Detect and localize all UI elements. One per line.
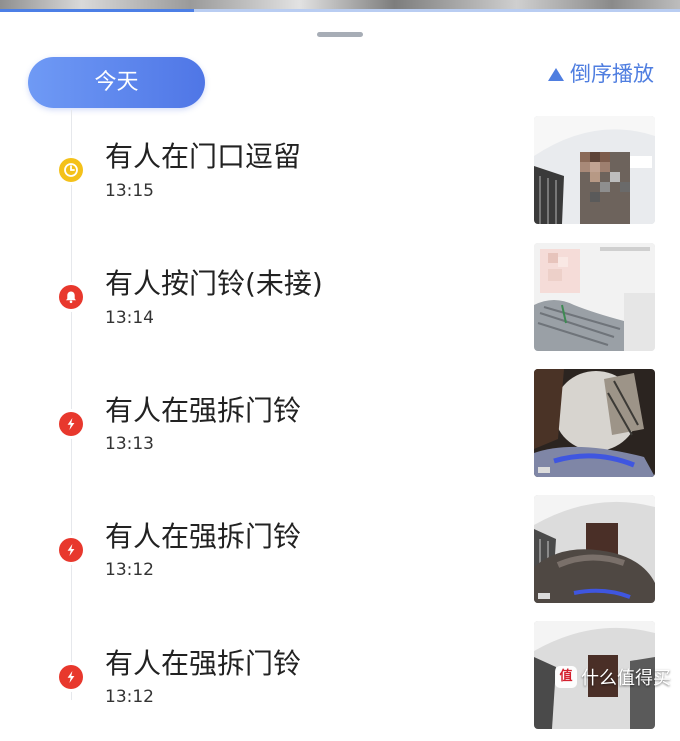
playback-progress-bar[interactable]: [0, 9, 680, 12]
event-thumbnail[interactable]: [534, 116, 655, 224]
event-time: 13:12: [105, 687, 154, 707]
event-thumbnail[interactable]: [534, 495, 655, 603]
event-thumbnail[interactable]: [534, 369, 655, 477]
clock-icon: [59, 158, 83, 182]
bell-icon: [59, 285, 83, 309]
watermark-text: 什么值得买: [581, 668, 671, 689]
lightning-icon: [59, 412, 83, 436]
event-time: 13:14: [105, 308, 154, 328]
event-thumbnail[interactable]: [534, 243, 655, 351]
event-row[interactable]: 有人按门铃(未接) 13:14: [0, 236, 680, 362]
event-time: 13:13: [105, 434, 154, 454]
event-row[interactable]: 有人在强拆门铃 13:12: [0, 489, 680, 615]
event-time: 13:15: [105, 181, 154, 201]
event-title: 有人在强拆门铃: [105, 394, 302, 427]
lightning-icon: [59, 538, 83, 562]
playback-progress-fill: [0, 9, 194, 12]
lightning-icon: [59, 665, 83, 689]
event-title: 有人在强拆门铃: [105, 647, 302, 680]
site-watermark: 值 什么值得买: [555, 664, 671, 690]
event-row[interactable]: 有人在门口逗留 13:15: [0, 110, 680, 236]
date-filter-button[interactable]: 今天: [28, 57, 205, 108]
triangle-up-icon: [548, 67, 564, 81]
event-title: 有人按门铃(未接): [105, 267, 323, 300]
event-row[interactable]: 有人在强拆门铃 13:13: [0, 362, 680, 488]
watermark-logo-badge: 值: [555, 666, 577, 688]
event-title: 有人在门口逗留: [105, 140, 302, 173]
reverse-play-button[interactable]: 倒序播放: [548, 60, 654, 88]
event-time: 13:12: [105, 560, 154, 580]
reverse-play-label: 倒序播放: [570, 62, 654, 86]
sheet-drag-handle[interactable]: [317, 32, 363, 37]
event-title: 有人在强拆门铃: [105, 520, 302, 553]
